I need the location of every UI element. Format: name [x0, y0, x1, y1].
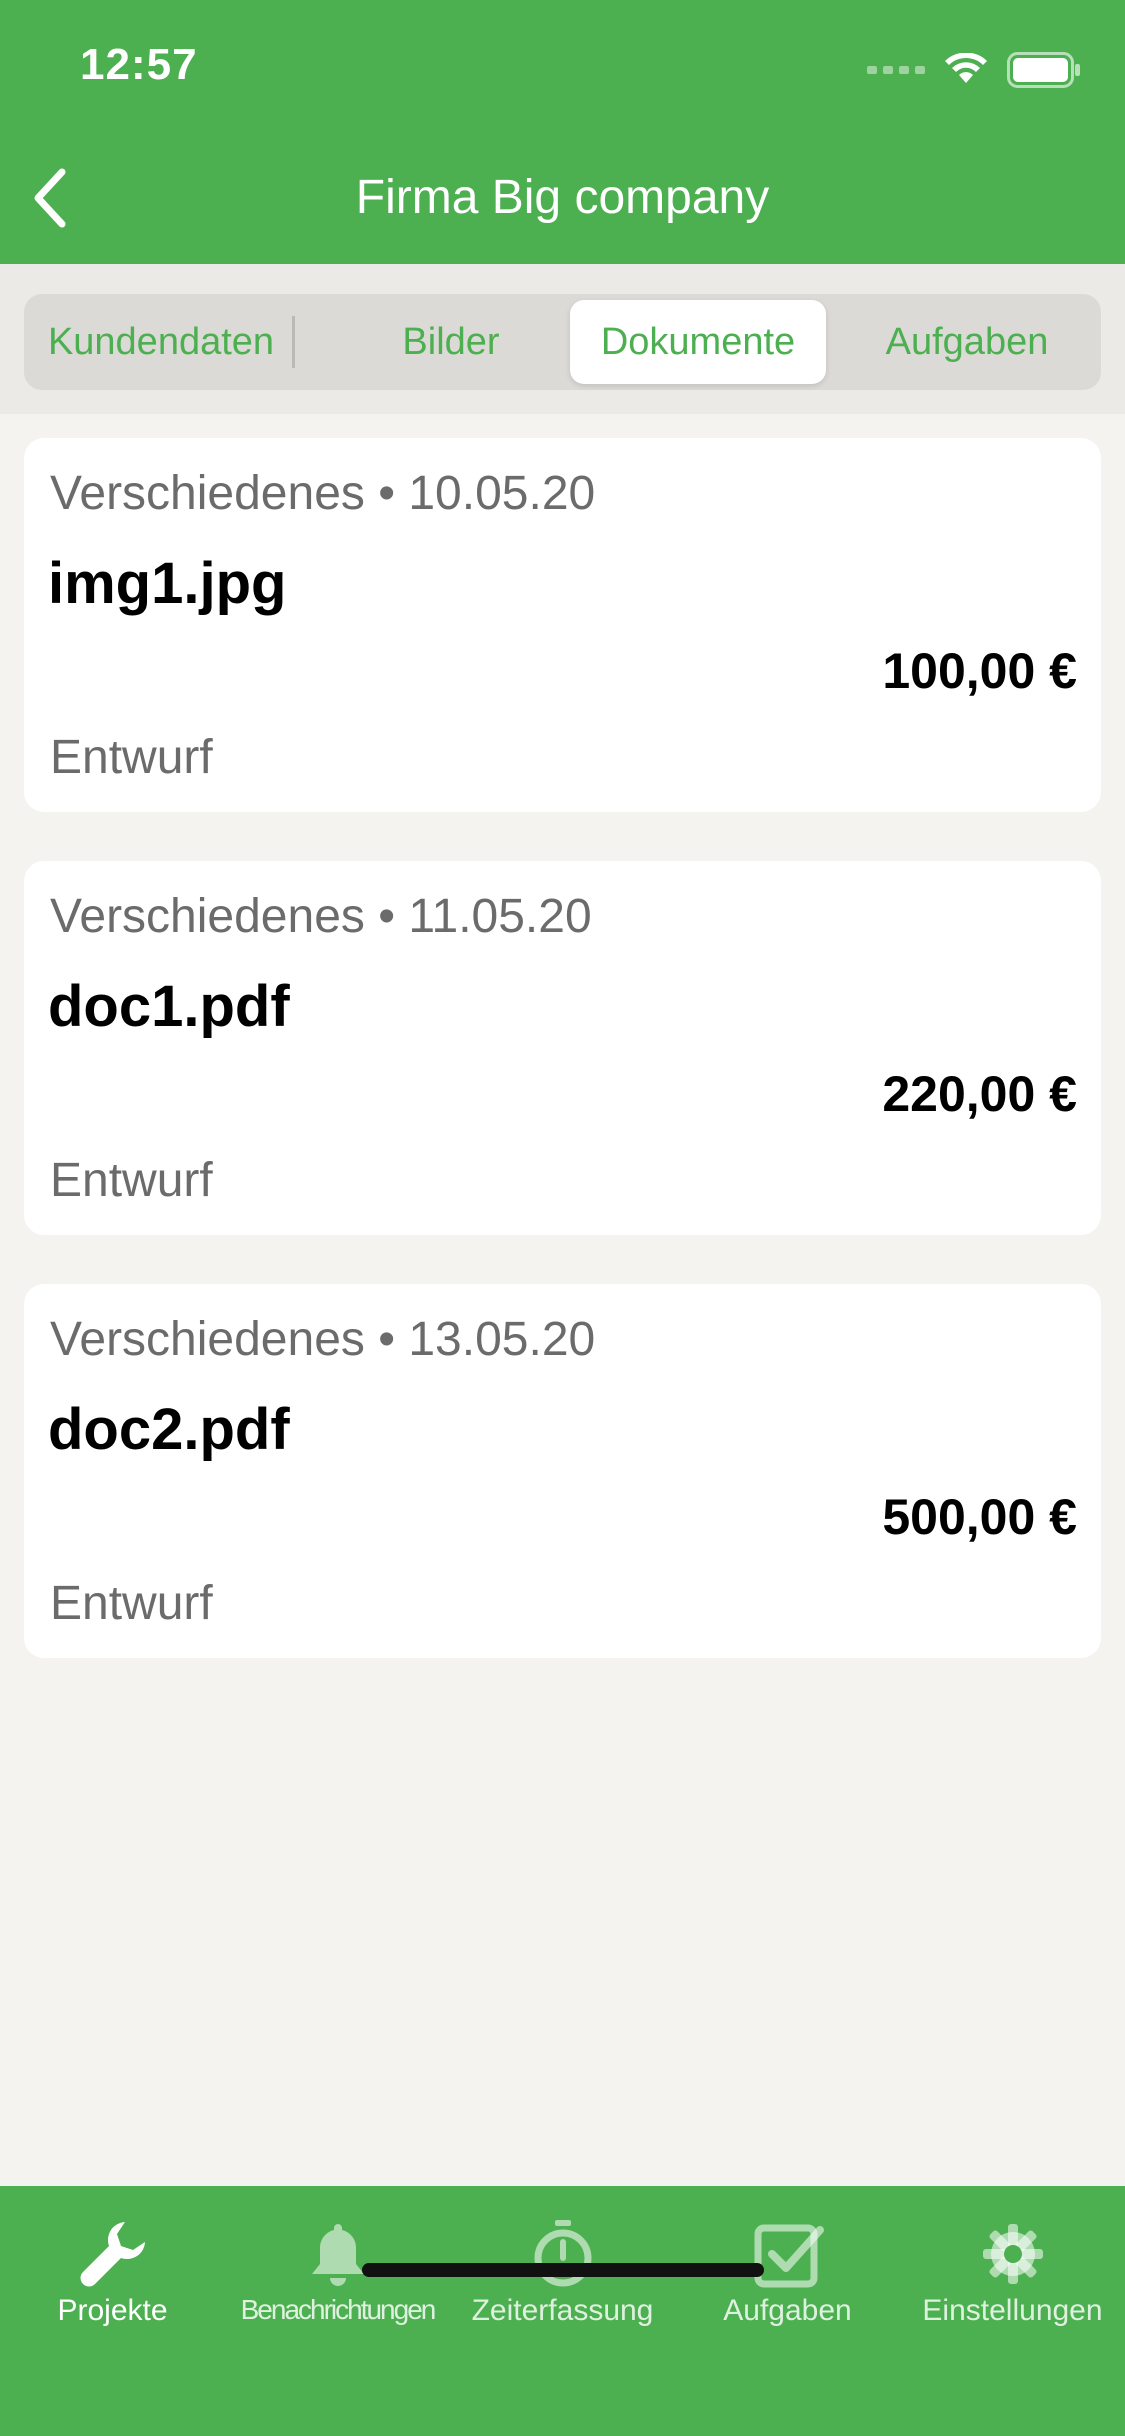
- tab-label: Projekte: [57, 2294, 168, 2327]
- wrench-icon: [80, 2222, 145, 2287]
- segment-divider: [292, 316, 295, 368]
- home-indicator: [362, 2263, 764, 2277]
- document-name: img1.jpg: [48, 551, 287, 616]
- tab-zeiterfassung[interactable]: Zeiterfassung: [450, 2186, 675, 2336]
- document-card[interactable]: Verschiedenes • 13.05.20 doc2.pdf 500,00…: [24, 1284, 1101, 1658]
- segment-kundendaten[interactable]: Kundendaten: [30, 300, 292, 384]
- stopwatch-icon: [534, 2220, 591, 2287]
- segmented-control: Kundendaten Bilder Dokumente Aufgaben: [24, 294, 1101, 390]
- bell-icon: [311, 2224, 364, 2286]
- tab-aufgaben[interactable]: Aufgaben: [675, 2186, 900, 2336]
- bottom-tab-bar: Projekte Benachrichtungen Zeiterfassung …: [0, 2186, 1125, 2436]
- segment-bar: Kundendaten Bilder Dokumente Aufgaben: [0, 264, 1125, 414]
- tab-label: Einstellungen: [922, 2294, 1103, 2327]
- document-status: Entwurf: [50, 1154, 213, 1207]
- document-category-date: Verschiedenes • 10.05.20: [50, 467, 596, 520]
- page-title: Firma Big company: [355, 171, 770, 224]
- document-status: Entwurf: [50, 1577, 213, 1630]
- document-category-date: Verschiedenes • 13.05.20: [50, 1313, 596, 1366]
- document-amount: 500,00 €: [882, 1489, 1077, 1545]
- gear-icon: [982, 2224, 1043, 2284]
- document-status: Entwurf: [50, 731, 213, 784]
- segment-dokumente[interactable]: Dokumente: [570, 300, 826, 384]
- segment-aufgaben[interactable]: Aufgaben: [836, 300, 1098, 384]
- document-name: doc2.pdf: [48, 1397, 290, 1462]
- app-header: 12:57 Firma Big company: [0, 0, 1125, 264]
- segment-bilder[interactable]: Bilder: [320, 300, 582, 384]
- tab-label: Benachrichtungen: [240, 2294, 437, 2325]
- status-time: 12:57: [80, 40, 198, 89]
- tab-label: Aufgaben: [723, 2294, 852, 2327]
- checkbox-icon: [754, 2224, 824, 2288]
- tab-projekte[interactable]: Projekte: [0, 2186, 225, 2336]
- tab-einstellungen[interactable]: Einstellungen: [900, 2186, 1125, 2336]
- document-name: doc1.pdf: [48, 974, 290, 1039]
- document-card[interactable]: Verschiedenes • 11.05.20 doc1.pdf 220,00…: [24, 861, 1101, 1235]
- document-amount: 220,00 €: [882, 1066, 1077, 1122]
- document-amount: 100,00 €: [882, 643, 1077, 699]
- tab-benachrichtungen[interactable]: Benachrichtungen: [225, 2186, 450, 2336]
- cellular-signal-icon: [867, 66, 925, 74]
- wifi-icon: [945, 53, 987, 83]
- document-card[interactable]: Verschiedenes • 10.05.20 img1.jpg 100,00…: [24, 438, 1101, 812]
- status-icons: [867, 50, 1081, 90]
- tab-label: Zeiterfassung: [471, 2294, 654, 2327]
- battery-icon: [1007, 52, 1080, 88]
- document-category-date: Verschiedenes • 11.05.20: [50, 890, 592, 943]
